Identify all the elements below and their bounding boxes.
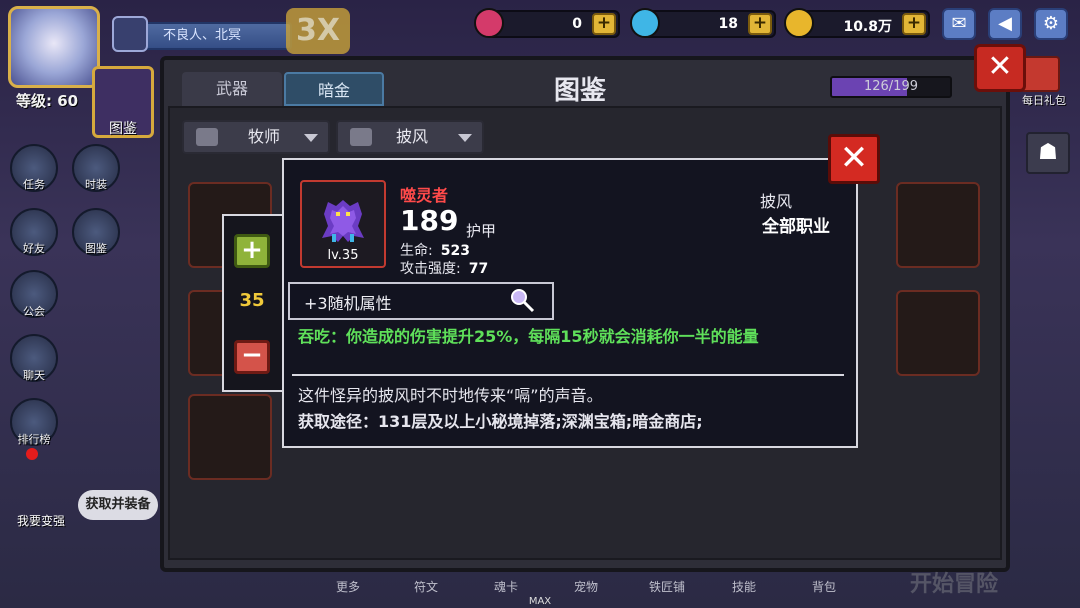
nav-skills[interactable]: 技能 [722, 578, 766, 595]
currency-diamond: 18 + [630, 8, 776, 38]
currency-gold: 10.8万 + [784, 8, 930, 38]
player-level: 等级: 60 [16, 92, 79, 110]
notification-dot [26, 448, 38, 460]
item-name: 噬灵者 [400, 186, 449, 205]
item-class-requirement: 全部职业 [762, 217, 830, 237]
item-flavor-text: 这件怪异的披风时不时地传来“嗝”的声音。 [298, 386, 603, 405]
slot-filter-dropdown[interactable]: 披风 [336, 120, 484, 154]
chevron-down-icon [304, 134, 318, 142]
stat-hp-value: 523 [440, 243, 470, 259]
add-gold-button[interactable]: + [902, 13, 926, 35]
gold-value: 10.8万 [843, 19, 892, 35]
gold-coin-icon [784, 8, 814, 38]
mail-icon[interactable]: ✉ [942, 8, 976, 40]
slot-filter-value: 披风 [396, 127, 429, 146]
collection-progress-text: 126/199 [863, 79, 918, 94]
quest-hint-pill[interactable]: 获取并装备 [78, 490, 158, 520]
level-increase-button[interactable]: + [234, 234, 270, 268]
popup-divider [292, 374, 844, 376]
codex-slot[interactable] [896, 182, 980, 268]
item-level: lv.35 [327, 248, 359, 263]
item-source-text: 获取途径：131层及以上小秘境掉落;深渊宝箱;暗金商店; [298, 412, 703, 431]
chat-label: 聊天 [23, 369, 45, 382]
gift-box-icon[interactable] [112, 16, 148, 52]
class-filter-value: 牧师 [248, 127, 281, 146]
start-adventure-button[interactable]: 开始冒险 [910, 566, 998, 598]
item-slot-type: 披风 [759, 192, 792, 211]
magnifier-icon[interactable] [508, 286, 536, 314]
item-special-effect: 吞吃：你造成的伤害提升25%，每隔15秒就会消耗你一半的能量 [298, 327, 759, 346]
nav-more[interactable]: 更多 [326, 578, 370, 595]
random-attribute-text: +3随机属性 [304, 294, 392, 313]
stat-attack: 攻击强度: 77 [400, 258, 488, 278]
cloak-sprite-icon [322, 200, 364, 242]
level-value: 35 [239, 290, 265, 311]
item-armor-label: 护甲 [466, 222, 497, 240]
staff-icon [196, 128, 218, 146]
nav-blacksmith[interactable]: 铁匠铺 [642, 578, 692, 595]
stat-attack-value: 77 [468, 261, 489, 277]
grow-stronger-label[interactable]: 我要变强 [6, 512, 76, 529]
player-avatar[interactable] [8, 6, 100, 88]
nav-runes[interactable]: 符文 [404, 578, 448, 595]
task-label: 任务 [23, 178, 45, 191]
character-icon[interactable]: ☗ [1026, 132, 1070, 174]
level-decrease-button[interactable]: − [234, 340, 270, 374]
codex-slot[interactable] [896, 290, 980, 376]
codex-slot[interactable] [188, 394, 272, 480]
friends-label: 好友 [23, 242, 45, 255]
tab-dark-gold[interactable]: 暗金 [284, 72, 384, 106]
red-gem-value: 0 [572, 16, 582, 32]
stat-hp-label: 生命: [400, 243, 433, 259]
close-panel-button[interactable]: ✕ [974, 44, 1026, 92]
codex-tile-label: 图鉴 [109, 121, 137, 137]
chevron-down-icon [458, 134, 472, 142]
ranking-label: 排行榜 [17, 433, 51, 446]
stat-hp: 生命: 523 [400, 240, 470, 260]
currency-red-gem: 0 + [474, 8, 620, 38]
tab-weapon[interactable]: 武器 [182, 72, 282, 106]
guild-label: 公会 [23, 305, 45, 318]
nav-soul-cards[interactable]: 魂卡 [484, 578, 528, 595]
stat-attack-label: 攻击强度: [400, 261, 461, 277]
cloak-icon [350, 128, 372, 146]
diamond-value: 18 [718, 16, 738, 32]
speaker-icon[interactable]: ◀ [988, 8, 1022, 40]
costume-label: 时装 [85, 178, 107, 191]
add-red-gem-button[interactable]: + [592, 13, 616, 35]
add-diamond-button[interactable]: + [748, 13, 772, 35]
red-gem-icon [474, 8, 504, 38]
bonus-multiplier-badge[interactable]: 3X [286, 8, 350, 54]
max-label: MAX [528, 596, 552, 607]
class-filter-dropdown[interactable]: 牧师 [182, 120, 330, 154]
blue-diamond-icon [630, 8, 660, 38]
item-armor-value: 189 [400, 204, 459, 237]
daily-gift-label: 每日礼包 [1022, 94, 1066, 107]
nav-pets[interactable]: 宠物 [564, 578, 608, 595]
close-popup-button[interactable]: ✕ [828, 134, 880, 184]
daily-gift-icon[interactable] [1020, 56, 1060, 92]
settings-icon[interactable]: ⚙ [1034, 8, 1068, 40]
panel-title: 图鉴 [553, 76, 606, 106]
codex-small-label: 图鉴 [85, 242, 107, 255]
nav-backpack[interactable]: 背包 [802, 578, 846, 595]
